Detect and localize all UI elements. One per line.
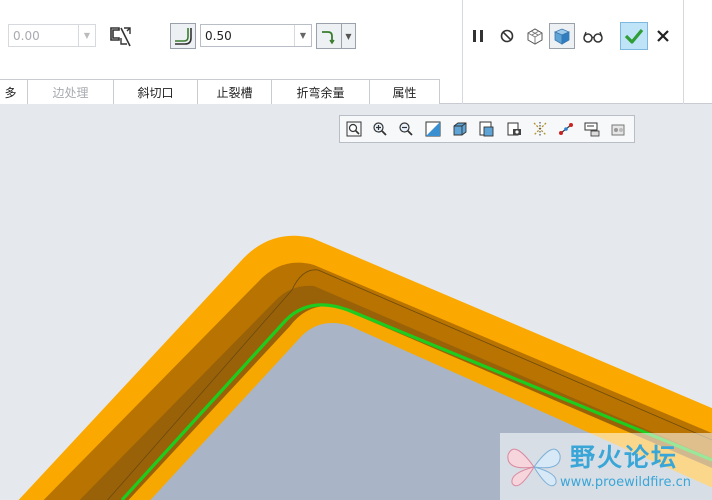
- tab-label: 止裂槽: [216, 85, 253, 100]
- ok-check-icon: [624, 28, 644, 44]
- zoom-fit-button[interactable]: [344, 120, 364, 138]
- tab-properties[interactable]: 属性: [369, 79, 440, 104]
- bend-type-button[interactable]: [316, 23, 342, 49]
- watermark-title: 野火论坛: [570, 443, 679, 472]
- repaint-button[interactable]: [423, 120, 443, 138]
- butterfly-logo: [507, 448, 561, 487]
- tab-miter-cuts[interactable]: 斜切口: [113, 79, 197, 104]
- tab-edge-treatment: 边处理: [27, 79, 113, 104]
- bend-type-icon: [322, 31, 335, 45]
- tab-more[interactable]: 多: [0, 79, 27, 104]
- preview-solid-button[interactable]: [549, 23, 575, 49]
- flip-side-icon: [110, 27, 131, 47]
- disabled-value-field: ▼: [8, 24, 96, 47]
- display-style-button[interactable]: [450, 120, 470, 138]
- dashboard-tabs: 多 边处理 斜切口 止裂槽 折弯余量 属性: [0, 79, 463, 104]
- tab-label: 边处理: [52, 85, 89, 100]
- flip-side-button[interactable]: [107, 23, 133, 49]
- spin-center-icon: [559, 123, 573, 135]
- chevron-down-icon[interactable]: ▼: [294, 25, 311, 46]
- repaint-icon: [425, 121, 441, 137]
- stop-icon: [500, 29, 514, 43]
- tab-label: 多: [4, 85, 17, 100]
- bend-radius-icon: [175, 28, 192, 45]
- datum-display-icon: [533, 122, 547, 136]
- cancel-button[interactable]: [650, 23, 676, 49]
- bend-radius-field[interactable]: ▼: [200, 24, 312, 47]
- datum-display-button[interactable]: [530, 120, 550, 138]
- view-manager-button[interactable]: [504, 120, 524, 138]
- ribbon-separator: [462, 0, 463, 104]
- zoom-out-icon: [399, 122, 413, 136]
- forum-watermark: 野火论坛 www.proewildfire.cn: [500, 433, 712, 500]
- verify-button[interactable]: [580, 23, 606, 49]
- appearance-icon: [611, 124, 625, 136]
- display-style-icon: [453, 122, 467, 136]
- chevron-down-icon: ▼: [345, 31, 352, 41]
- pause-icon: [473, 30, 483, 42]
- bend-inside-radius-button[interactable]: [170, 23, 196, 49]
- view-toolbar: [339, 115, 635, 143]
- stop-button[interactable]: [494, 23, 520, 49]
- preview-mesh-icon: [527, 28, 543, 45]
- preview-solid-icon: [553, 28, 571, 45]
- appearance-button[interactable]: [608, 120, 628, 138]
- annotation-display-icon: [584, 122, 600, 137]
- bend-type-dropdown[interactable]: ▼: [342, 23, 356, 49]
- view-manager-icon: [507, 122, 521, 136]
- ribbon-separator: [683, 0, 684, 104]
- tab-label: 属性: [392, 85, 417, 100]
- spin-center-button[interactable]: [556, 120, 576, 138]
- zoom-fit-icon: [346, 121, 362, 137]
- dashboard-ribbon: ▼ ▼ ▼ 多: [0, 0, 712, 104]
- zoom-in-icon: [373, 122, 387, 136]
- tab-label: 斜切口: [137, 85, 174, 100]
- chevron-down-icon: ▼: [78, 25, 95, 46]
- tab-label: 折弯余量: [296, 85, 345, 100]
- saved-views-button[interactable]: [476, 120, 496, 138]
- preview-mesh-button[interactable]: [522, 23, 548, 49]
- pause-button[interactable]: [465, 23, 491, 49]
- annotation-display-button[interactable]: [582, 120, 602, 138]
- ok-button[interactable]: [620, 22, 648, 50]
- zoom-in-button[interactable]: [370, 120, 390, 138]
- saved-views-icon: [479, 121, 494, 137]
- zoom-out-button[interactable]: [396, 120, 416, 138]
- verify-glasses-icon: [583, 31, 603, 43]
- cancel-x-icon: [657, 30, 669, 42]
- watermark-url: www.proewildfire.cn: [560, 475, 691, 490]
- tab-bend-allowance[interactable]: 折弯余量: [271, 79, 369, 104]
- tab-relief[interactable]: 止裂槽: [197, 79, 271, 104]
